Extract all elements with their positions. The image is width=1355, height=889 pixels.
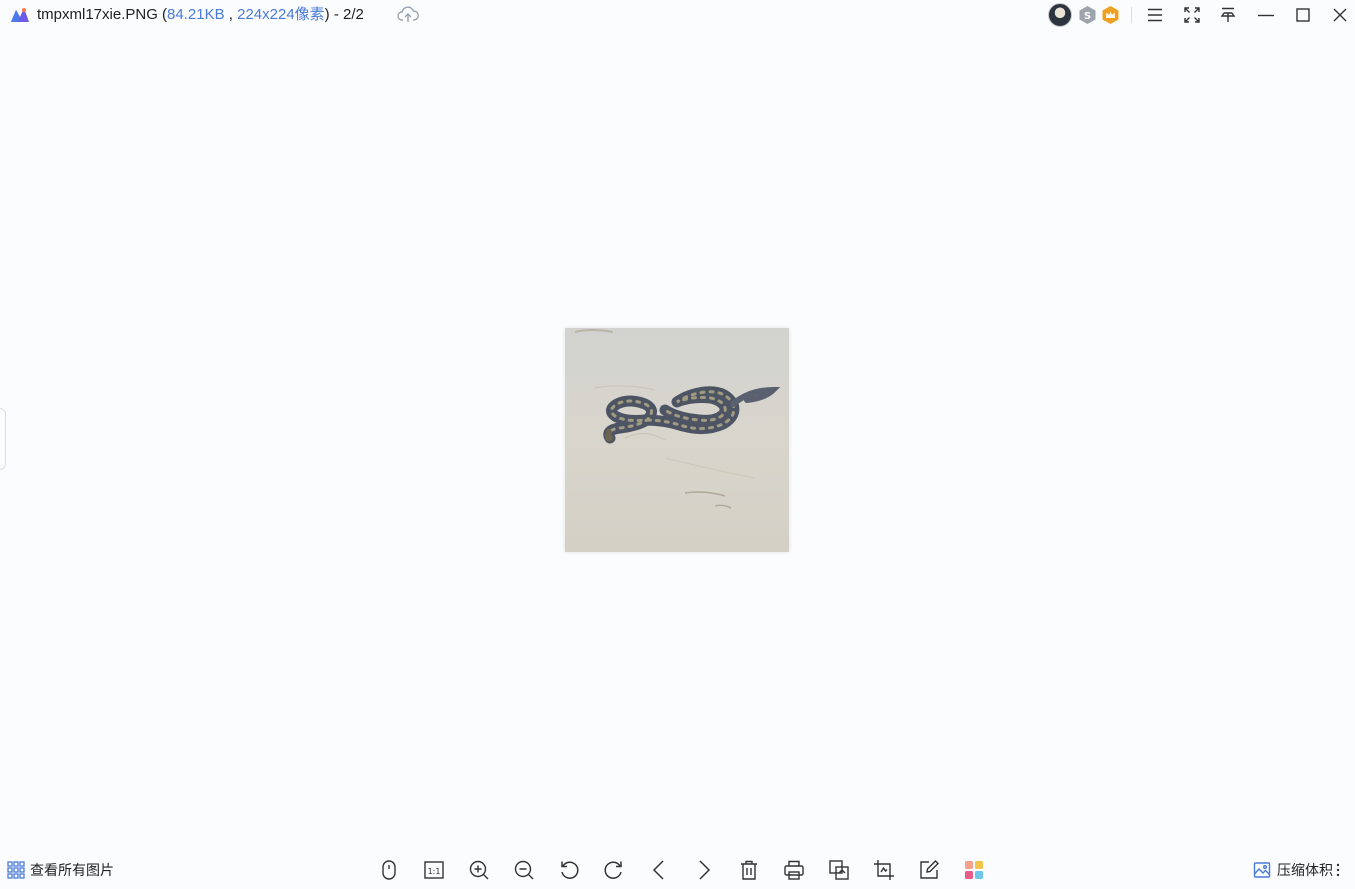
mouse-mode-icon: [382, 860, 396, 880]
compress-label: 压缩体积: [1277, 862, 1333, 878]
window-title: tmpxml17xie.PNG (84.21KB , 224x224像素) - …: [37, 6, 364, 24]
delete-button[interactable]: [737, 858, 761, 882]
s-badge-icon[interactable]: S: [1078, 5, 1097, 25]
title-separator: ,: [224, 6, 238, 23]
minimize-button[interactable]: [1256, 5, 1276, 25]
displayed-image: [565, 328, 789, 552]
convert-icon: [829, 860, 849, 880]
apps-icon: [965, 861, 983, 879]
actual-size-button[interactable]: 1:1: [422, 858, 446, 882]
zoom-out-button[interactable]: [512, 858, 536, 882]
rotate-right-icon: [604, 861, 622, 879]
previous-button[interactable]: [647, 858, 671, 882]
print-button[interactable]: [782, 858, 806, 882]
rotate-left-button[interactable]: [557, 858, 581, 882]
apps-button[interactable]: [962, 858, 986, 882]
crop-button[interactable]: [872, 858, 896, 882]
previous-icon: [652, 860, 664, 880]
edit-icon: [920, 860, 939, 879]
rotate-right-button[interactable]: [602, 858, 626, 882]
rotate-left-icon: [561, 861, 579, 879]
view-all-label: 查看所有图片: [30, 862, 114, 878]
compress-image-icon: [1253, 862, 1271, 878]
grid-icon: [7, 861, 25, 879]
more-options-icon[interactable]: [1335, 861, 1341, 879]
file-size: 84.21KB: [167, 6, 225, 23]
fullscreen-icon: [1184, 7, 1200, 23]
compress-size-button[interactable]: 压缩体积: [1253, 860, 1333, 880]
title-paren: (: [157, 6, 168, 23]
menu-icon: [1148, 8, 1162, 22]
image-dimensions: 224x224像素: [237, 6, 325, 23]
convert-button[interactable]: [827, 858, 851, 882]
pin-icon: [1220, 7, 1236, 22]
zoom-in-icon: [469, 860, 489, 880]
actual-size-icon: 1:1: [424, 861, 444, 879]
next-icon: [699, 860, 711, 880]
close-icon: [1333, 8, 1347, 22]
crop-icon: [874, 860, 894, 880]
close-button[interactable]: [1330, 5, 1350, 25]
file-name: tmpxml17xie.PNG: [37, 6, 158, 23]
vip-crown-icon[interactable]: [1101, 5, 1120, 25]
zoom-in-button[interactable]: [467, 858, 491, 882]
app-logo-icon: [11, 8, 29, 22]
maximize-icon: [1296, 8, 1310, 22]
pin-button[interactable]: [1218, 5, 1238, 25]
minimize-icon: [1258, 14, 1274, 17]
view-all-images-button[interactable]: 查看所有图片: [7, 860, 114, 880]
svg-text:1:1: 1:1: [428, 867, 441, 876]
zoom-out-icon: [514, 860, 534, 880]
cloud-upload-icon[interactable]: [397, 5, 419, 25]
edit-button[interactable]: [917, 858, 941, 882]
fullscreen-button[interactable]: [1182, 5, 1202, 25]
side-panel-handle[interactable]: [0, 408, 6, 470]
title-bar: tmpxml17xie.PNG (84.21KB , 224x224像素) - …: [0, 0, 1355, 30]
next-button[interactable]: [692, 858, 716, 882]
user-avatar[interactable]: [1048, 3, 1072, 27]
mouse-mode-button[interactable]: [377, 858, 401, 882]
svg-text:S: S: [1084, 11, 1091, 22]
delete-icon: [741, 860, 757, 880]
maximize-button[interactable]: [1293, 5, 1313, 25]
image-counter: ) - 2/2: [324, 6, 364, 23]
title-divider: [1131, 7, 1132, 23]
bottom-toolbar: 查看所有图片 1:1 压缩体积: [0, 852, 1355, 889]
menu-button[interactable]: [1145, 5, 1165, 25]
print-icon: [784, 860, 804, 880]
